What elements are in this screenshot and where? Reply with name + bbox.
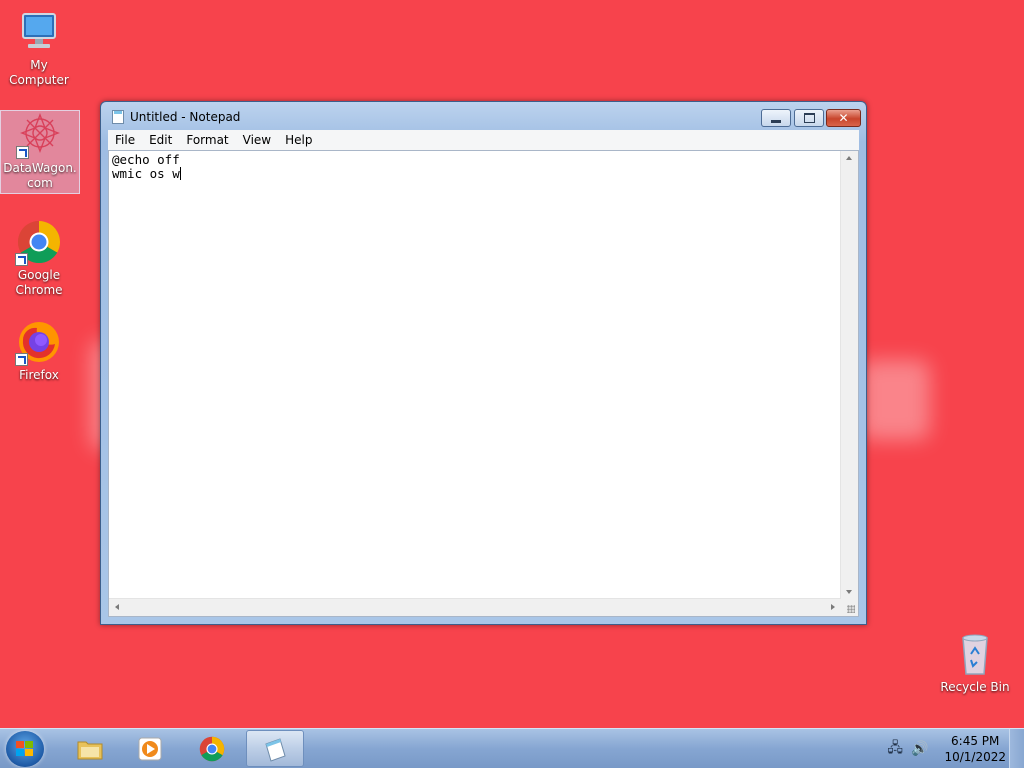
desktop-icon-datawagon[interactable]: DataWagon.com [0,110,80,194]
chrome-icon [15,218,63,266]
desktop-icon-label: Firefox [19,368,59,382]
media-player-icon [136,735,164,763]
desktop-icon-google-chrome[interactable]: Google Chrome [0,218,78,298]
windows-logo-icon [16,741,34,757]
text-caret [179,167,181,180]
clock-time: 6:45 PM [951,734,1000,748]
maximize-button[interactable] [794,109,824,127]
menu-edit[interactable]: Edit [142,133,179,147]
scroll-down-arrow-icon[interactable] [846,590,852,594]
taskbar-explorer[interactable] [62,730,118,767]
taskbar-media-player[interactable] [122,730,178,767]
menu-file[interactable]: File [108,133,142,147]
menu-view[interactable]: View [236,133,278,147]
notepad-icon [261,736,289,764]
text-line-with-caret: wmic os w [112,167,838,181]
vertical-scrollbar[interactable] [840,151,858,599]
window-title: Untitled - Notepad [130,110,241,124]
clock[interactable]: 6:45 PM 10/1/2022 [944,733,1006,765]
scroll-up-arrow-icon[interactable] [846,156,852,160]
desktop-icon-recycle-bin[interactable]: Recycle Bin [936,630,1014,695]
horizontal-scrollbar[interactable] [109,598,841,616]
editor-content[interactable]: @echo off wmic os w [112,153,838,596]
chrome-icon [198,735,226,763]
menu-help[interactable]: Help [278,133,319,147]
shortcut-arrow-icon [15,253,28,266]
shortcut-arrow-icon [16,146,29,159]
taskbar-notepad[interactable] [246,730,304,767]
close-button[interactable]: ✕ [826,109,861,127]
title-bar[interactable]: Untitled - Notepad ✕ [101,102,866,132]
taskbar-chrome[interactable] [184,730,240,767]
menu-bar: File Edit Format View Help [108,130,859,150]
notepad-window[interactable]: Untitled - Notepad ✕ File Edit Format Vi… [100,101,867,625]
clock-date: 10/1/2022 [944,750,1006,764]
notepad-icon [112,110,124,124]
computer-icon [15,8,63,56]
minimize-button[interactable] [761,109,791,127]
firefox-icon [15,318,63,366]
scroll-left-arrow-icon[interactable] [115,604,119,610]
volume-icon[interactable]: 🔊 [911,741,928,757]
menu-format[interactable]: Format [179,133,235,147]
desktop-icon-label: Recycle Bin [940,680,1010,694]
shortcut-arrow-icon [15,353,28,366]
system-tray: 🖧 🔊 6:45 PM 10/1/2022 [887,729,1006,768]
text-line: @echo off [112,152,180,167]
minimize-icon [771,119,781,123]
desktop-icon-my-computer[interactable]: My Computer [0,8,78,88]
close-icon: ✕ [838,111,849,125]
desktop-icon-firefox[interactable]: Firefox [0,318,78,383]
folder-icon [76,735,104,763]
show-desktop-button[interactable] [1009,729,1024,768]
maximize-icon [803,113,815,123]
text-line: wmic os w [112,166,180,181]
network-icon[interactable]: 🖧 [887,737,903,761]
datawagon-logo-icon [16,111,64,159]
recycle-bin-icon [951,630,999,678]
desktop-icon-label: DataWagon.com [3,161,77,190]
scroll-right-arrow-icon[interactable] [831,604,835,610]
resize-grip[interactable] [841,599,858,616]
desktop-icon-label: My Computer [9,58,69,87]
desktop-icon-label: Google Chrome [15,268,63,297]
text-editor[interactable]: @echo off wmic os w [108,150,859,617]
taskbar: 🖧 🔊 6:45 PM 10/1/2022 [0,728,1024,768]
start-button[interactable] [6,731,44,767]
